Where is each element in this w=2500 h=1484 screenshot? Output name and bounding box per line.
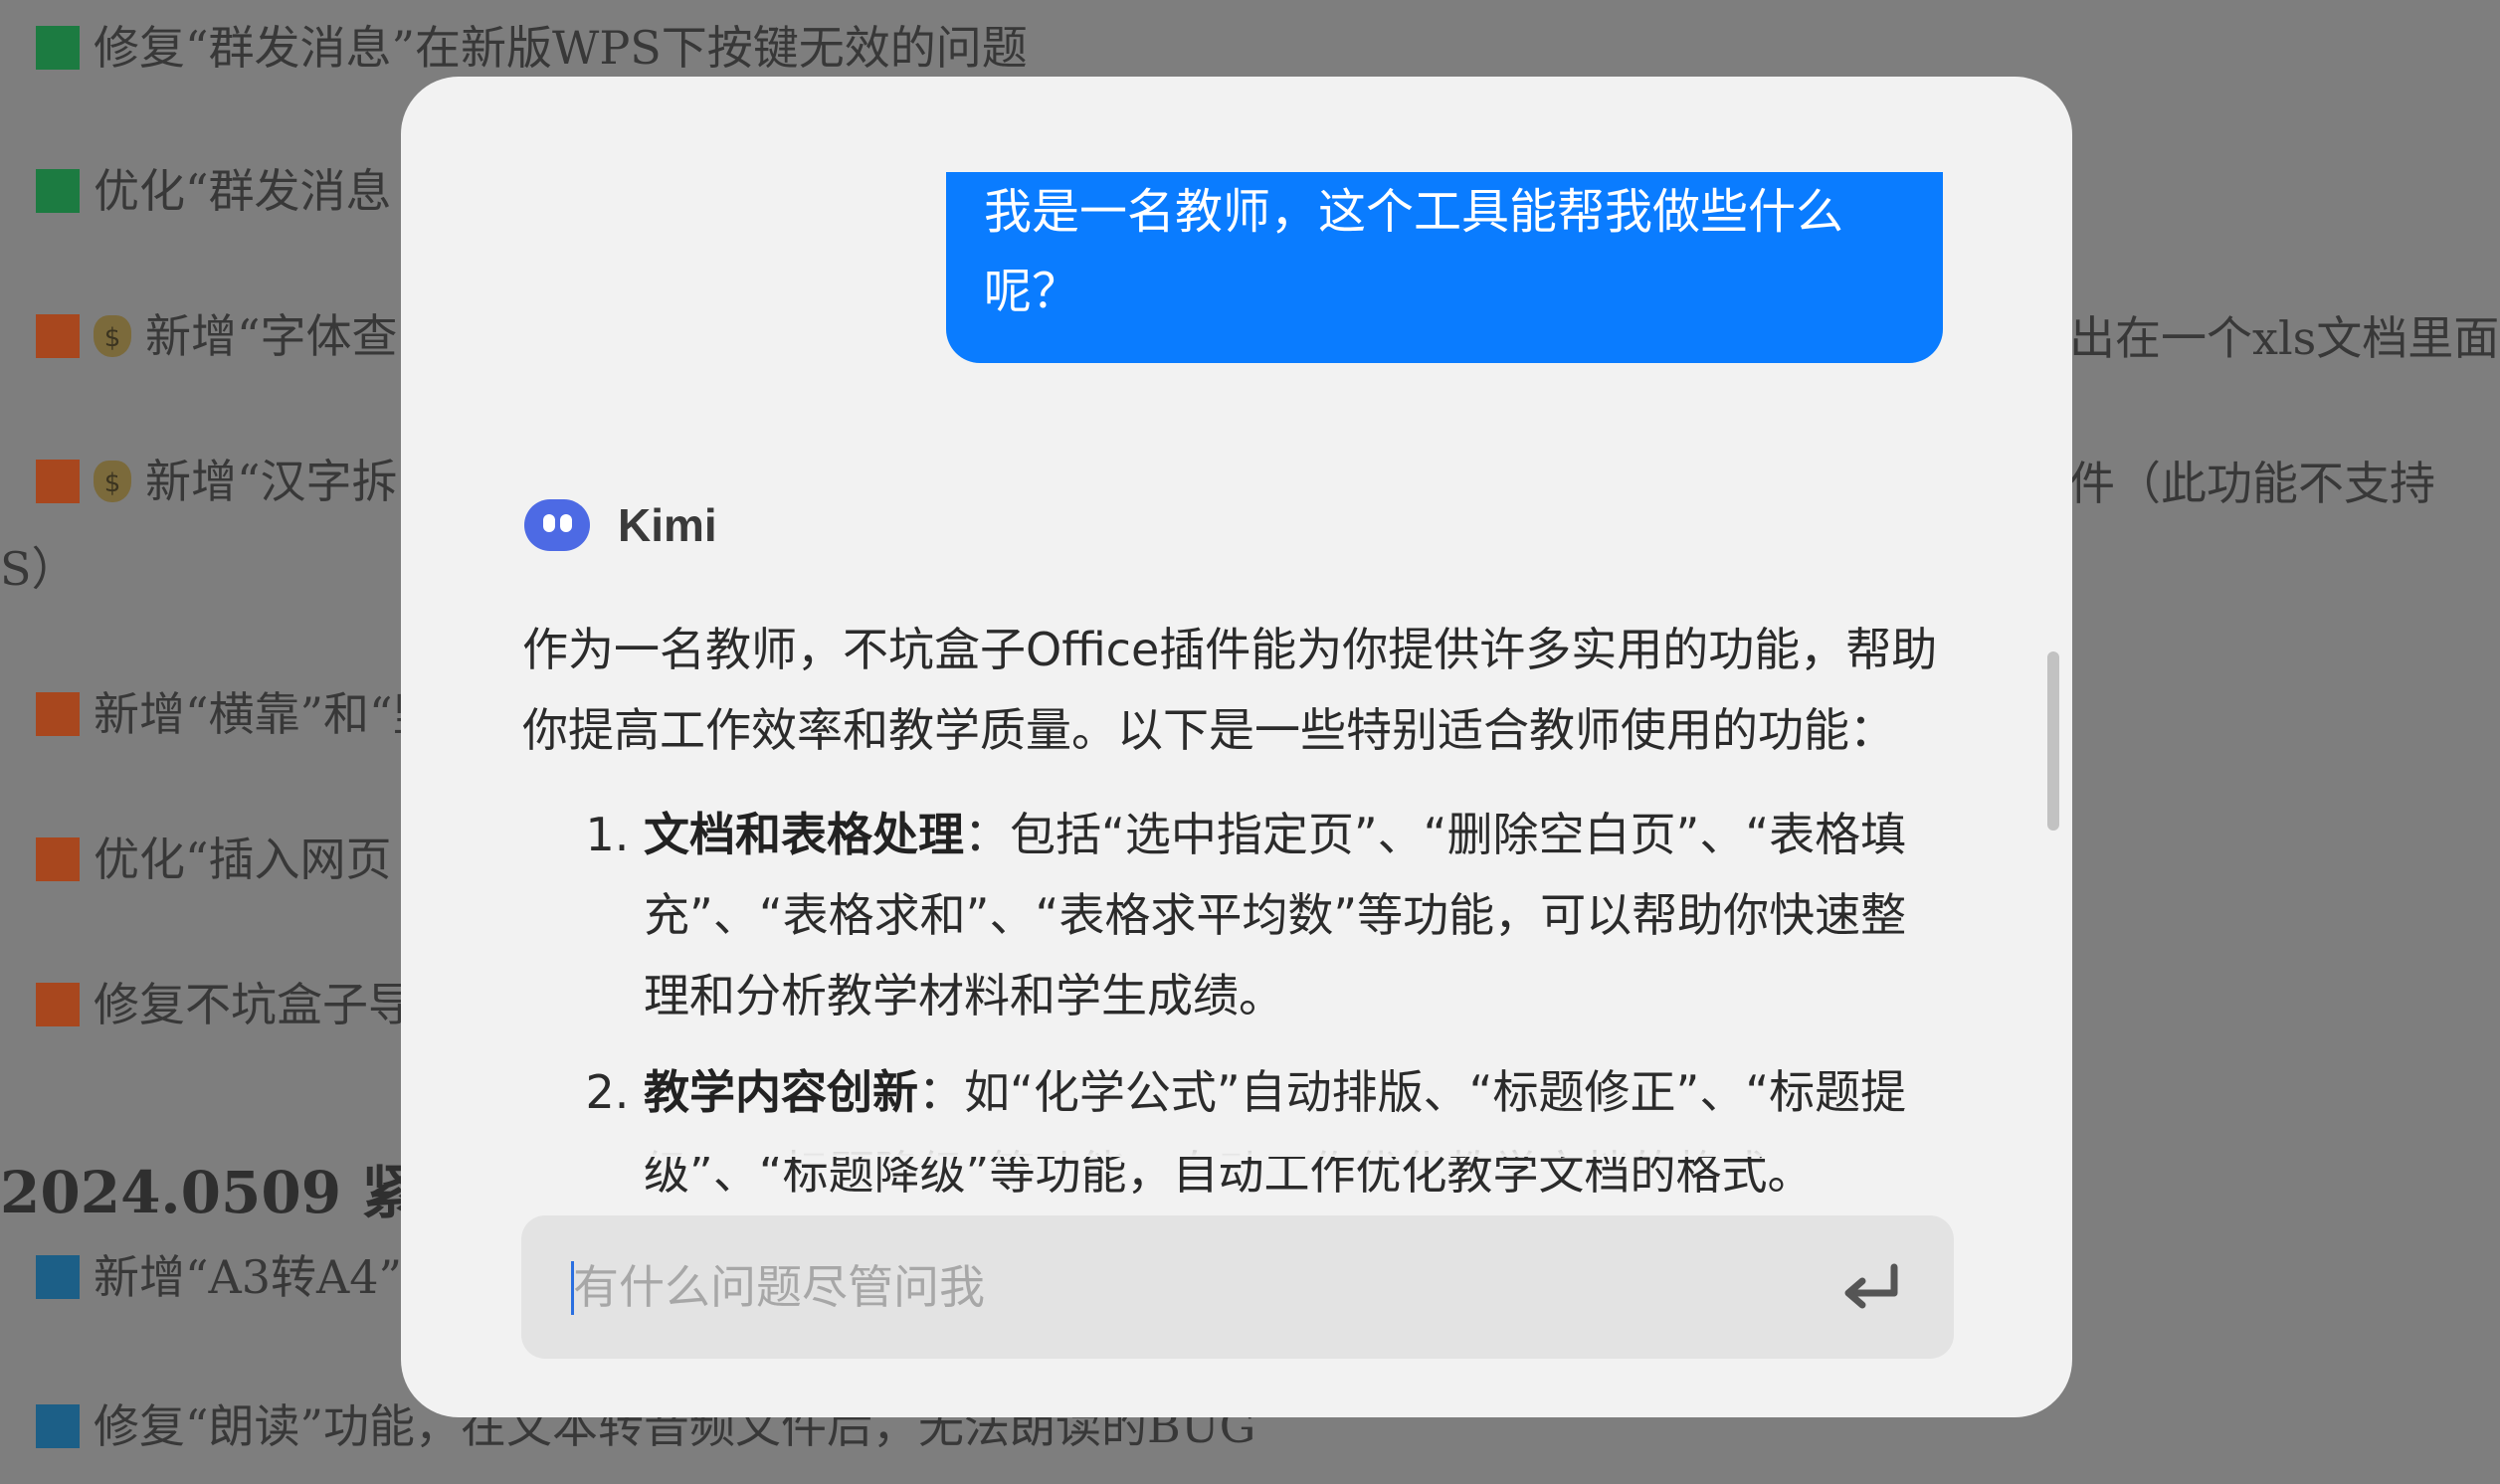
kimi-avatar-icon [524, 499, 590, 551]
changelog-item-text: 新增“A3转A4”功 [94, 1250, 449, 1304]
changelog-item: $ 新增“字体查 [36, 306, 398, 366]
enter-icon[interactable] [1836, 1257, 1906, 1317]
changelog-item: $ 新增“汉字拆 [36, 452, 398, 511]
changelog-item-text: 优化“群发消息 [94, 164, 392, 218]
green-square-icon [36, 169, 80, 213]
money-bag-icon: $ [94, 461, 131, 502]
input-placeholder: 有什么问题尽管问我 [573, 1260, 985, 1314]
changelog-right-fragment: 件（此功能不支持 [2069, 457, 2435, 510]
orange-square-icon [36, 692, 80, 736]
changelog-right-fragment: 出在一个xls文档里面 [2069, 311, 2500, 365]
green-square-icon [36, 26, 80, 70]
orange-square-icon [36, 460, 80, 503]
changelog-item-continuation: S） [0, 539, 78, 599]
blue-square-icon [36, 1404, 80, 1448]
scrollbar-thumb[interactable] [2047, 651, 2059, 831]
changelog-item-text: 新增“字体查 [145, 309, 398, 363]
orange-square-icon [36, 314, 80, 358]
list-item-title: 教学内容创新 [644, 1065, 918, 1119]
assistant-intro: 作为一名教师，不坑盒子Office插件能为你提供许多实用的功能，帮助你提高工作效… [522, 623, 1938, 757]
changelog-item: 修复“群发消息”在新版WPS下按键无效的问题 [36, 18, 1028, 78]
changelog-item-text: 新增“横靠”和“竖 [94, 687, 439, 741]
blue-square-icon [36, 1255, 80, 1299]
changelog-item: 修复不坑盒子导 [36, 975, 414, 1034]
chat-input[interactable]: 有什么问题尽管问我 [521, 1215, 1954, 1359]
chat-scroll-area[interactable]: 我是一名教师，这个工具能帮我做些什么呢？ Kimi 作为一名教师，不坑盒子Off… [401, 172, 2072, 1250]
changelog-item: 优化“群发消息 [36, 161, 392, 221]
orange-square-icon [36, 983, 80, 1026]
changelog-item: 优化“插入网页 [36, 830, 392, 889]
changelog-item-text: 修复不坑盒子导 [94, 978, 414, 1031]
list-item-title: 文档和表格处理 [644, 808, 964, 861]
list-item: 文档和表格处理：包括“选中指定页”、“删除空白页”、“表格填充”、“表格求和”、… [644, 795, 1951, 1036]
chat-dialog: 我是一名教师，这个工具能帮我做些什么呢？ Kimi 作为一名教师，不坑盒子Off… [401, 77, 2072, 1417]
orange-square-icon [36, 837, 80, 881]
user-message-bubble: 我是一名教师，这个工具能帮我做些什么呢？ [946, 172, 1943, 363]
assistant-header: Kimi [524, 498, 717, 552]
changelog-item: 新增“横靠”和“竖 [36, 684, 439, 744]
changelog-item-text: 修复“群发消息”在新版WPS下按键无效的问题 [94, 21, 1028, 75]
changelog-item-text: 新增“汉字拆 [145, 455, 398, 508]
money-bag-icon: $ [94, 315, 131, 357]
changelog-item: 新增“A3转A4”功 [36, 1247, 448, 1307]
scroll-fade [401, 1117, 2072, 1157]
changelog-item-text: S） [0, 542, 78, 596]
changelog-item-text: 优化“插入网页 [94, 833, 392, 886]
assistant-name: Kimi [618, 499, 717, 551]
